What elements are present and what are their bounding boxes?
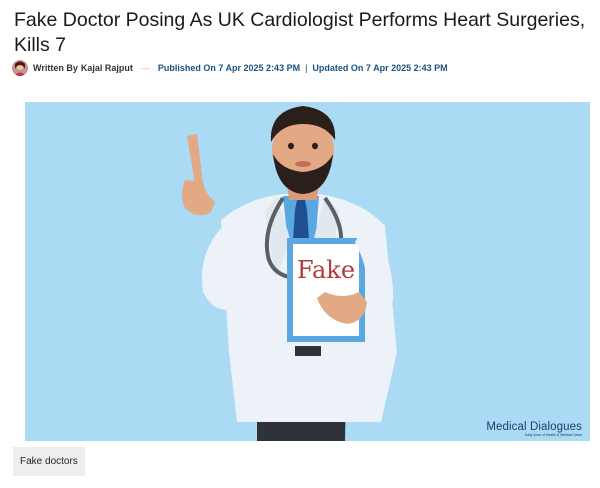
hero-image: Fake Medical Dialogues Daily dose of Hea… (25, 102, 590, 441)
board-text: Fake (297, 256, 355, 284)
watermark-subtitle: Daily dose of Health & Medical News (524, 433, 582, 437)
byline-prefix: Written By (33, 63, 78, 73)
tag-chip[interactable]: Fake doctors (13, 447, 85, 476)
fake-doctor-illustration: Fake (182, 106, 397, 441)
medical-dialogues-watermark: Medical Dialogues Daily dose of Health &… (486, 421, 582, 437)
article-meta: Written By Kajal Rajput — Published On 7… (12, 59, 448, 77)
meta-separator: — (140, 63, 150, 73)
watermark-title: Medical Dialogues (486, 421, 582, 433)
published-date: Published On 7 Apr 2025 2:43 PM (157, 63, 301, 73)
author-avatar[interactable] (12, 60, 28, 76)
date-divider: | (305, 63, 308, 73)
updated-date: Updated On 7 Apr 2025 2:43 PM (312, 63, 448, 73)
article-title: Fake Doctor Posing As UK Cardiologist Pe… (14, 9, 586, 56)
author-name[interactable]: Kajal Rajput (81, 63, 133, 73)
